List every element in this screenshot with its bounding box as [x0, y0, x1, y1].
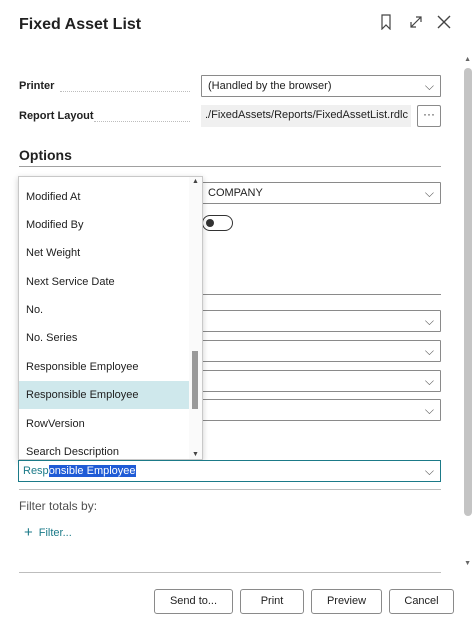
dropdown-item[interactable]: Responsible Employee — [19, 353, 189, 381]
printer-value: (Handled by the browser) — [208, 80, 332, 92]
filter-typed-text: Resp — [23, 465, 49, 477]
report-layout-lookup-button[interactable]: ··· — [417, 105, 441, 127]
plus-icon: + — [24, 524, 33, 541]
filter-select-3[interactable]: ⌵ — [201, 370, 441, 392]
add-filter-label: Filter... — [38, 527, 72, 539]
filter-select-1[interactable]: ⌵ — [201, 310, 441, 332]
bookmark-icon[interactable] — [380, 14, 396, 32]
chevron-down-icon: ⌵ — [424, 314, 434, 328]
dropdown-item[interactable]: Search Description — [19, 438, 189, 459]
printer-select[interactable]: (Handled by the browser) ⌵ — [201, 75, 441, 97]
report-layout-value: ./FixedAssets/Reports/FixedAssetList.rdl… — [201, 105, 411, 127]
chevron-down-icon: ⌵ — [424, 186, 434, 200]
chevron-down-icon: ⌵ — [424, 344, 434, 358]
dropdown-item-selected[interactable]: Responsible Employee — [19, 381, 189, 409]
toggle-knob — [206, 219, 214, 227]
dropdown-item[interactable]: Modified By — [19, 211, 189, 239]
chevron-down-icon: ⌵ — [424, 464, 434, 478]
company-select[interactable]: COMPANY ⌵ — [201, 182, 441, 204]
scroll-down-icon[interactable]: ▼ — [192, 451, 199, 458]
page-scroll-up-icon[interactable]: ▲ — [464, 56, 471, 63]
section-divider — [201, 294, 441, 295]
chevron-down-icon: ⌵ — [424, 403, 434, 417]
options-section-title: Options — [19, 147, 72, 163]
filter-totals-label: Filter totals by: — [19, 499, 98, 513]
field-dropdown-list[interactable]: Modified At Modified By Net Weight Next … — [18, 176, 203, 460]
printer-label: Printer — [19, 80, 55, 92]
dropdown-item[interactable]: No. — [19, 296, 189, 324]
leader-dots — [60, 91, 190, 92]
filter-select-2[interactable]: ⌵ — [201, 340, 441, 362]
footer-divider — [19, 572, 441, 573]
page-scrollbar-thumb[interactable] — [464, 68, 472, 516]
dropdown-item[interactable]: Modified At — [19, 183, 189, 211]
filter-field-input[interactable]: Responsible Employee ⌵ — [18, 460, 441, 482]
close-icon[interactable] — [436, 14, 452, 32]
scroll-up-icon[interactable]: ▲ — [192, 178, 199, 185]
dropdown-item[interactable]: No. Series — [19, 324, 189, 352]
company-value: COMPANY — [208, 187, 263, 199]
section-divider — [19, 489, 441, 490]
cancel-button[interactable]: Cancel — [389, 589, 454, 614]
page-scroll-down-icon[interactable]: ▼ — [464, 560, 471, 567]
filter-select-4[interactable]: ⌵ — [201, 399, 441, 421]
dropdown-scrollbar-thumb[interactable] — [192, 351, 198, 409]
add-filter-link[interactable]: + Filter... — [24, 524, 72, 541]
report-request-dialog: Fixed Asset List ▲ ▼ Printer (Handled by… — [0, 0, 474, 632]
expand-icon[interactable] — [408, 14, 424, 32]
section-divider — [19, 166, 441, 167]
send-to-button[interactable]: Send to... — [154, 589, 233, 614]
leader-dots — [94, 121, 190, 122]
chevron-down-icon: ⌵ — [424, 374, 434, 388]
print-button[interactable]: Print — [240, 589, 304, 614]
dialog-title: Fixed Asset List — [19, 16, 142, 33]
report-layout-label: Report Layout — [19, 110, 94, 122]
chevron-down-icon: ⌵ — [424, 79, 434, 93]
option-toggle[interactable] — [202, 215, 233, 231]
filter-autocomplete-text: onsible Employee — [48, 465, 136, 477]
dropdown-item[interactable]: Net Weight — [19, 239, 189, 267]
title-icons — [380, 14, 452, 32]
dropdown-scrollbar[interactable]: ▲ ▼ — [189, 177, 202, 459]
preview-button[interactable]: Preview — [311, 589, 382, 614]
dropdown-item[interactable]: Next Service Date — [19, 268, 189, 296]
dropdown-item[interactable]: RowVersion — [19, 410, 189, 438]
